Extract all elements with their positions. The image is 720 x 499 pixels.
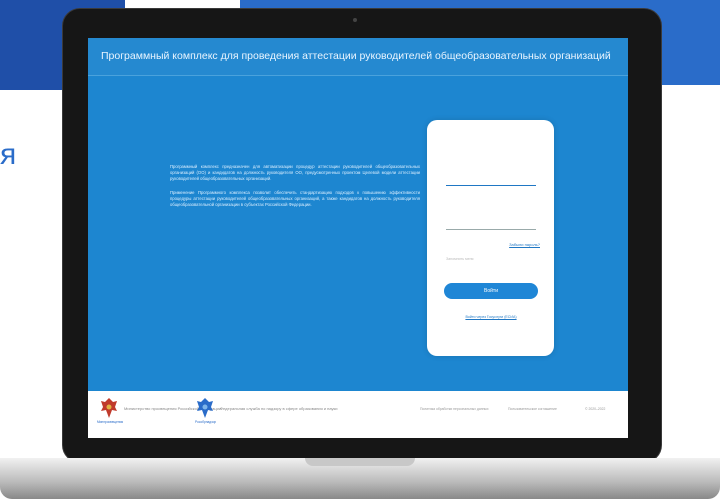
login-field[interactable]	[446, 168, 536, 186]
password-field[interactable]	[446, 212, 536, 230]
laptop-screen: Программный комплекс для проведения атте…	[88, 38, 628, 438]
login-card: Забыли пароль? Запомнить меня Войти Войт…	[427, 120, 554, 356]
description-paragraph-1: Программный комплекс предназначен для ав…	[170, 164, 420, 182]
emblem-eagle-icon	[101, 398, 117, 418]
footer: Минпросвещения Министерство просвещения …	[88, 391, 628, 438]
remember-me-checkbox[interactable]: Запомнить меня	[446, 257, 474, 261]
description: Программный комплекс предназначен для ав…	[170, 164, 420, 209]
emblem-eagle-blue-icon	[197, 398, 213, 418]
org1-caption: Минпросвещения	[97, 420, 124, 424]
org2-name: Федеральная служба по надзору в сфере об…	[220, 406, 338, 411]
camera-icon	[353, 18, 357, 22]
laptop-base-notch	[305, 458, 415, 466]
footer-copyright: © 2020–2022	[585, 407, 606, 411]
forgot-password-link[interactable]: Забыли пароль?	[509, 242, 540, 247]
login-button[interactable]: Войти	[444, 283, 538, 299]
org2-caption: Рособрнадзор	[195, 420, 217, 424]
app-title: Программный комплекс для проведения атте…	[101, 50, 611, 62]
app-header: Программный комплекс для проведения атте…	[88, 38, 628, 76]
footer-link-terms[interactable]: Пользовательское соглашение	[508, 407, 557, 411]
background-edge-letter: я	[0, 138, 17, 171]
footer-link-privacy[interactable]: Политика обработки персональных данных	[420, 407, 489, 411]
gosuslugi-login-link[interactable]: Войти через Госуслуги (ЕСИА)	[437, 315, 545, 319]
description-paragraph-2: Применение Программного комплекса позвол…	[170, 190, 420, 208]
